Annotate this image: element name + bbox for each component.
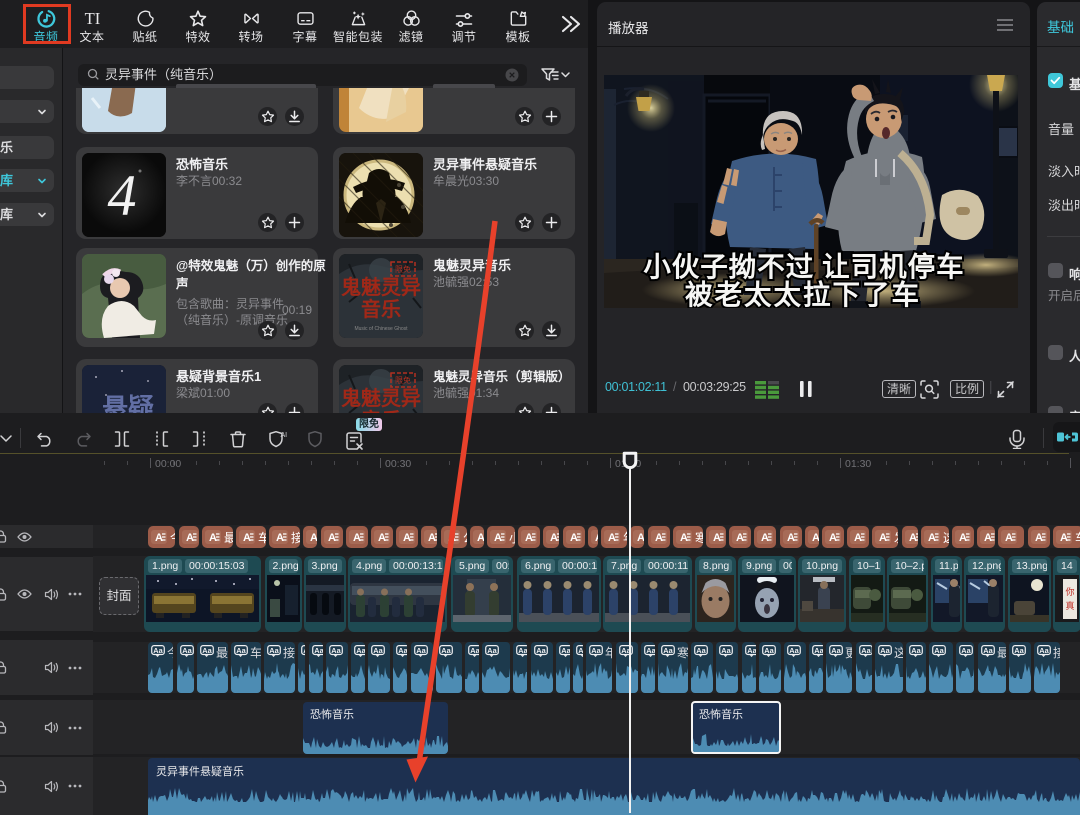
svg-text:Aa: Aa — [747, 646, 756, 655]
svg-text:Aa: Aa — [373, 646, 383, 655]
svg-text:A: A — [680, 532, 688, 544]
svg-text:A: A — [637, 532, 644, 544]
svg-text:A: A — [984, 532, 992, 544]
svg-text:A: A — [209, 532, 217, 544]
svg-text:A: A — [1060, 532, 1068, 544]
svg-text:Aa: Aa — [814, 646, 823, 655]
svg-text:Aa: Aa — [536, 646, 546, 655]
svg-text:Aa: Aa — [331, 646, 341, 655]
svg-text:Aa: Aa — [356, 646, 365, 655]
svg-text:Aa: Aa — [831, 646, 841, 655]
svg-text:4: 4 — [108, 163, 137, 228]
svg-text:Aa: Aa — [591, 646, 601, 655]
svg-text:Aa: Aa — [578, 646, 583, 655]
svg-text:Aa: Aa — [1014, 646, 1024, 655]
svg-text:Aa: Aa — [764, 646, 774, 655]
svg-text:Aa: Aa — [202, 646, 212, 655]
svg-text:Aa: Aa — [983, 646, 993, 655]
svg-text:Aa: Aa — [721, 646, 731, 655]
svg-text:A: A — [276, 532, 284, 544]
svg-text:A: A — [959, 532, 967, 544]
svg-text:A: A — [812, 532, 819, 544]
svg-text:A: A — [595, 532, 598, 544]
svg-text:真: 真 — [1065, 600, 1074, 611]
svg-text:Aa: Aa — [646, 646, 655, 655]
svg-text:Aa: Aa — [314, 646, 323, 655]
svg-text:Aa: Aa — [303, 646, 305, 655]
svg-text:被老太太拉下了车: 被老太太拉下了车 — [685, 279, 921, 308]
svg-text:A: A — [1035, 532, 1043, 544]
svg-text:A: A — [570, 532, 578, 544]
svg-text:Aa: Aa — [911, 646, 921, 655]
svg-text:A: A — [829, 532, 837, 544]
svg-text:Aa: Aa — [789, 646, 799, 655]
svg-text:Aa: Aa — [1039, 646, 1049, 655]
svg-text:A: A — [1005, 532, 1013, 544]
svg-text:A: A — [854, 532, 862, 544]
svg-text:A: A — [448, 532, 456, 544]
svg-text:A: A — [713, 532, 721, 544]
svg-text:A: A — [525, 532, 533, 544]
svg-text:A: A — [403, 532, 411, 544]
svg-text:Aa: Aa — [153, 646, 163, 655]
svg-text:A: A — [879, 532, 887, 544]
svg-text:Music of Chinese Ghost: Music of Chinese Ghost — [354, 326, 408, 332]
svg-text:Aa: Aa — [416, 646, 426, 655]
svg-text:A: A — [494, 532, 502, 544]
svg-text:音乐: 音乐 — [361, 297, 401, 321]
svg-text:Aa: Aa — [861, 646, 871, 655]
svg-text:A: A — [477, 532, 484, 544]
svg-text:A: A — [328, 532, 336, 544]
svg-text:A: A — [378, 532, 386, 544]
svg-text:A: A — [928, 532, 936, 544]
svg-text:A: A — [428, 532, 436, 544]
svg-text:Aa: Aa — [441, 646, 451, 655]
svg-text:鬼魅灵异: 鬼魅灵异 — [341, 386, 421, 410]
svg-text:Aa: Aa — [487, 646, 497, 655]
svg-text:Aa: Aa — [398, 646, 407, 655]
svg-text:A: A — [655, 532, 663, 544]
svg-text:Aa: Aa — [934, 646, 944, 655]
svg-text:Aa: Aa — [518, 646, 527, 655]
svg-text:Aa: Aa — [880, 646, 890, 655]
svg-text:你: 你 — [1065, 586, 1074, 597]
svg-text:A: A — [608, 532, 616, 544]
svg-text:Aa: Aa — [663, 646, 673, 655]
svg-text:A: A — [353, 532, 361, 544]
svg-text:A: A — [155, 532, 163, 544]
svg-text:A: A — [243, 532, 251, 544]
svg-text:Aa: Aa — [696, 646, 706, 655]
svg-text:A: A — [186, 532, 194, 544]
svg-text:限免: 限免 — [395, 375, 411, 385]
svg-text:A: A — [550, 532, 558, 544]
svg-text:TI: TI — [84, 9, 100, 28]
svg-text:小伙子拗不过 让司机停车: 小伙子拗不过 让司机停车 — [643, 251, 964, 282]
svg-text:悬疑: 悬疑 — [102, 394, 154, 413]
svg-text:Aa: Aa — [182, 646, 192, 655]
svg-text:A: A — [909, 532, 917, 544]
svg-text:Aa: Aa — [269, 646, 279, 655]
svg-text:鬼魅灵异: 鬼魅灵异 — [341, 275, 421, 299]
svg-text:Aa: Aa — [470, 646, 479, 655]
svg-text:Aa: Aa — [561, 646, 570, 655]
svg-text:Aa: Aa — [236, 646, 246, 655]
svg-text:A: A — [787, 532, 795, 544]
svg-text:Aa: Aa — [961, 646, 971, 655]
svg-text:A: A — [761, 532, 769, 544]
svg-text:限免: 限免 — [395, 264, 411, 274]
svg-text:A: A — [736, 532, 744, 544]
svg-text:A: A — [310, 532, 317, 544]
